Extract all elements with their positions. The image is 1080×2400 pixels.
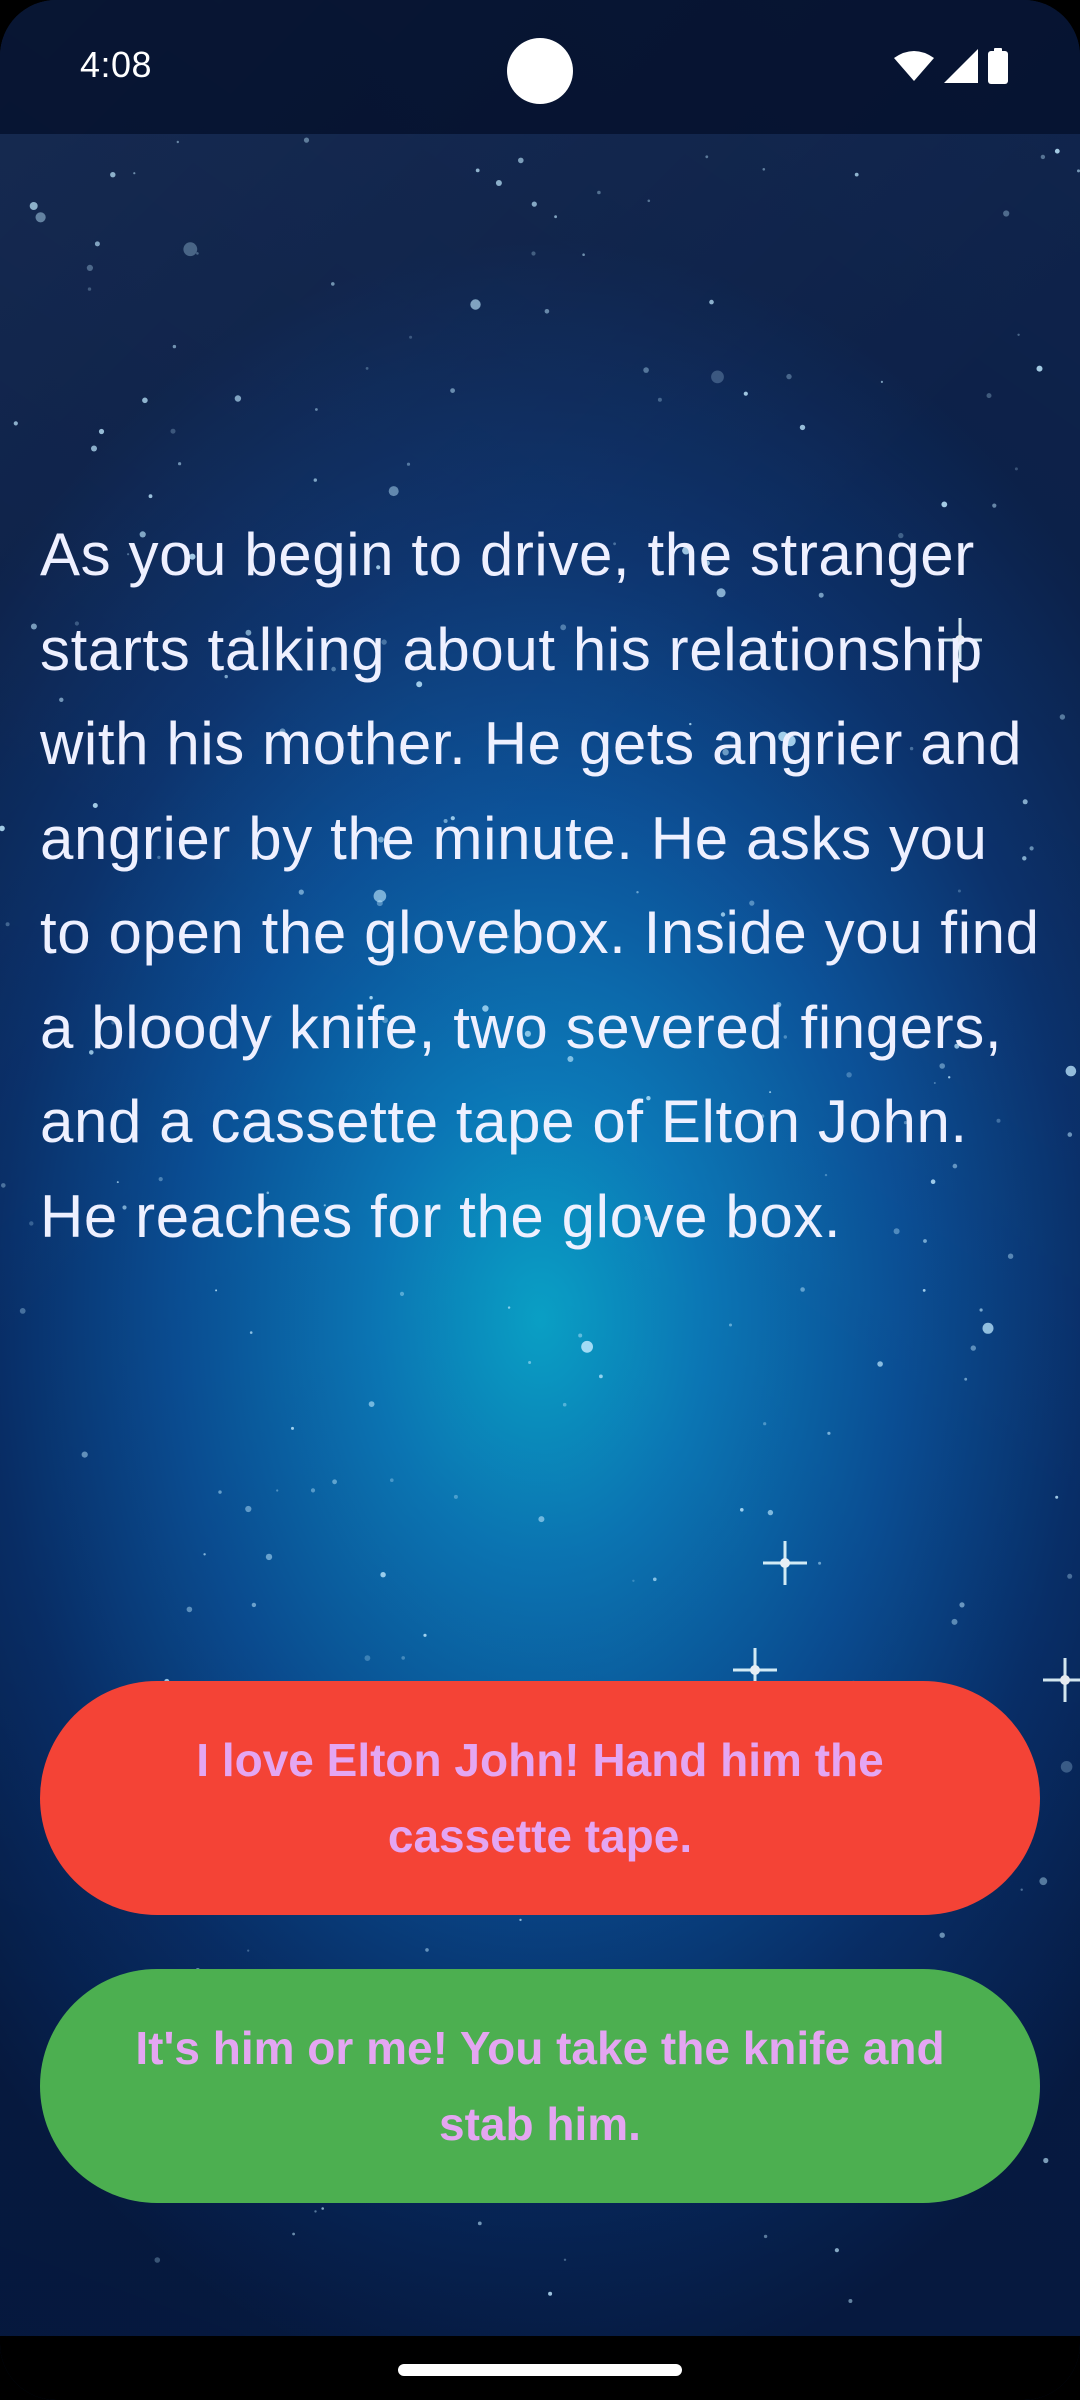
choice-button-hand-tape[interactable]: I love Elton John! Hand him the cassette… xyxy=(40,1681,1040,1915)
status-time: 4:08 xyxy=(80,44,153,85)
status-bar: 4:08 xyxy=(0,0,1080,134)
battery-icon xyxy=(988,48,1008,84)
app-screen: 4:08 As you begin to drive, the stranger… xyxy=(0,0,1080,2400)
home-gesture-handle[interactable] xyxy=(398,2364,682,2376)
camera-cutout xyxy=(507,38,573,104)
story-text: As you begin to drive, the stranger star… xyxy=(40,521,1040,1250)
choice-button-stab[interactable]: It's him or me! You take the knife and s… xyxy=(40,1969,1040,2203)
cellular-signal-icon xyxy=(944,49,978,83)
status-icons xyxy=(894,48,1008,84)
wifi-icon xyxy=(894,51,934,81)
